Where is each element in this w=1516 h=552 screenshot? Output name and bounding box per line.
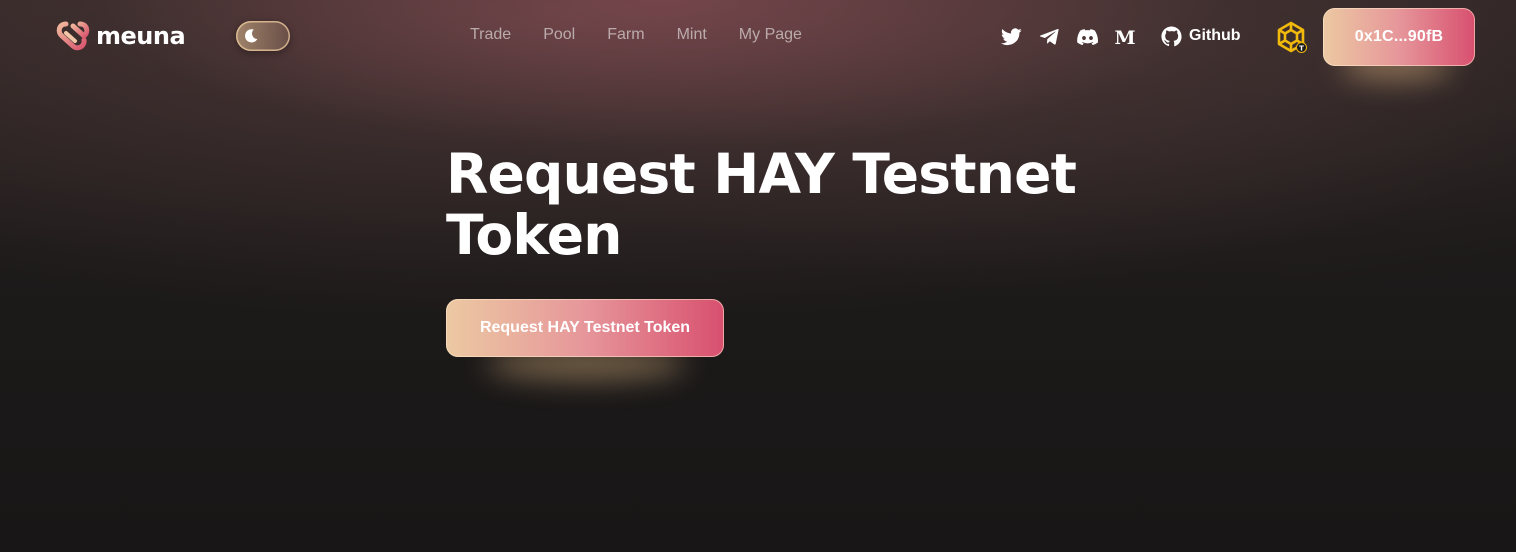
nav-item-mint[interactable]: Mint: [677, 24, 707, 46]
medium-icon[interactable]: M: [1114, 27, 1136, 47]
nav-item-trade[interactable]: Trade: [470, 24, 511, 46]
network-selector[interactable]: T: [1275, 21, 1309, 55]
theme-toggle[interactable]: [236, 21, 290, 51]
discord-icon[interactable]: [1076, 27, 1098, 47]
moon-icon: [240, 25, 262, 47]
main-nav: Trade Pool Farm Mint My Page: [470, 24, 802, 46]
page-title: Request HAY Testnet Token: [446, 142, 1077, 267]
social-links: M: [1000, 26, 1136, 48]
request-token-button-label: Request HAY Testnet Token: [479, 319, 691, 336]
nav-item-farm[interactable]: Farm: [607, 24, 644, 46]
nav-item-pool[interactable]: Pool: [543, 24, 575, 46]
meuna-logo-icon: [56, 21, 90, 51]
logo[interactable]: meuna: [56, 20, 186, 52]
github-link[interactable]: Github: [1161, 24, 1241, 48]
testnet-badge: T: [1299, 44, 1304, 52]
wallet-address: 0x1C...90fB: [1354, 28, 1444, 45]
brand-name: meuna: [96, 22, 186, 50]
telegram-icon[interactable]: [1038, 27, 1060, 47]
github-icon: [1161, 25, 1182, 46]
nav-item-my-page[interactable]: My Page: [739, 24, 802, 46]
github-label: Github: [1189, 27, 1241, 44]
wallet-address-button[interactable]: 0x1C...90fB: [1323, 8, 1475, 66]
svg-text:M: M: [1115, 28, 1135, 46]
bnb-chain-icon: T: [1277, 21, 1307, 53]
twitter-icon[interactable]: [1000, 27, 1022, 47]
request-token-button[interactable]: Request HAY Testnet Token: [446, 299, 724, 357]
